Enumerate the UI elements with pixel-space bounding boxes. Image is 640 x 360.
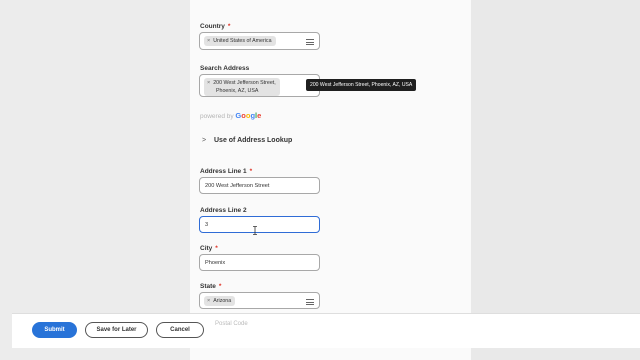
search-address-label: Search Address [200,65,250,72]
chevron-right-icon[interactable]: > [202,137,206,144]
state-chip-label: Arizona [213,298,232,304]
search-address-chip-line1: 200 West Jefferson Street, [213,80,276,86]
search-address-tooltip: 200 West Jefferson Street, Phoenix, AZ, … [306,79,417,91]
powered-by-google: powered by Google [200,111,262,120]
list-icon[interactable] [306,39,314,45]
address-line2-value: 3 [205,222,209,228]
remove-chip-icon[interactable]: × [207,38,210,44]
address-line2-input[interactable]: 3 [199,216,320,233]
state-label: State * [200,283,222,290]
state-chip: × Arizona [204,296,236,306]
address-lookup-toggle[interactable]: Use of Address Lookup [214,137,292,144]
city-label: City * [200,245,218,252]
country-chip-label: United States of America [213,38,272,44]
partially-hidden-label: Postal Code [215,321,248,327]
address-line2-label: Address Line 2 [200,207,247,214]
right-background [471,0,640,360]
city-value: Phoenix [205,260,226,266]
required-marker: * [218,283,222,290]
country-field[interactable]: × United States of America [199,32,320,50]
address-form-panel: Country * × United States of America Searc… [190,0,471,360]
cancel-button[interactable]: Cancel [156,322,204,338]
address-line1-value: 200 West Jefferson Street [205,183,270,189]
required-marker: * [227,23,231,30]
left-background [0,0,190,360]
save-for-later-button[interactable]: Save for Later [85,322,148,338]
search-address-chip: × 200 West Jefferson Street, Phoenix, AZ,… [204,78,280,96]
required-marker: * [249,168,253,175]
required-marker: * [215,245,218,252]
country-chip: × United States of America [204,36,276,46]
submit-button[interactable]: Submit [32,322,77,338]
country-label: Country * [200,23,231,30]
state-field[interactable]: × Arizona [199,292,320,309]
address-line1-label: Address Line 1 * [200,168,253,175]
search-address-chip-line2: Phoenix, AZ, USA [216,88,259,94]
action-footer: Submit Save for Later Cancel Postal Code [12,313,640,348]
i-beam-cursor-icon [252,226,258,237]
remove-chip-icon[interactable]: × [207,298,210,304]
google-logo: Google [235,111,262,120]
city-input[interactable]: Phoenix [199,254,320,271]
address-line1-input[interactable]: 200 West Jefferson Street [199,177,320,194]
remove-chip-icon[interactable]: × [207,80,210,86]
search-address-field[interactable]: × 200 West Jefferson Street, Phoenix, AZ,… [199,74,320,97]
list-icon[interactable] [306,299,314,305]
